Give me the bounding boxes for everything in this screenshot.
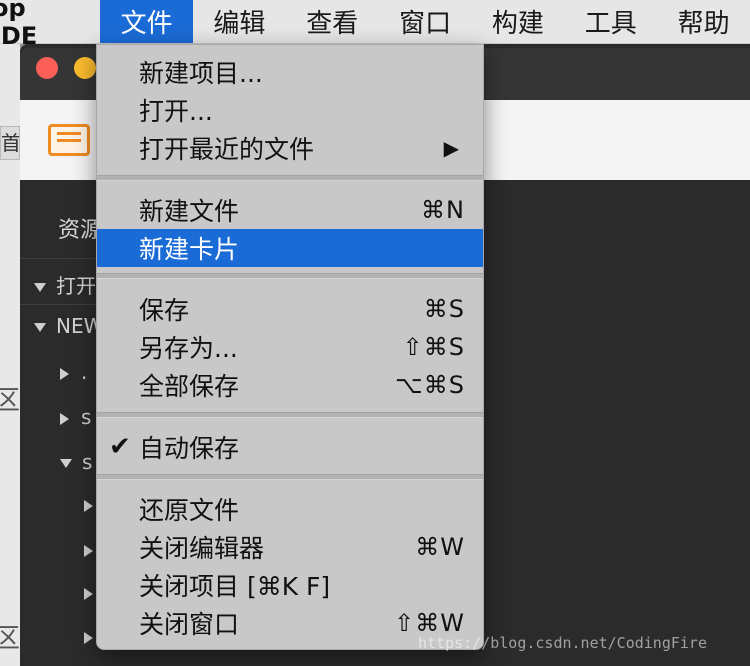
app-name-menu[interactable]: op IDE <box>0 0 100 50</box>
tree-item[interactable]: s <box>60 405 91 429</box>
menu-tools[interactable]: 工具 <box>564 0 657 43</box>
menu-item-label: 还原文件 <box>139 496 240 525</box>
menu-item-label: 打开... <box>139 97 213 126</box>
tree-item[interactable]: s <box>60 450 92 474</box>
menu-item-label: 新建项目... <box>139 59 263 88</box>
file-menu-dropdown: 新建项目... 打开... 打开最近的文件 ▶ 新建文件 ⌘N 新建卡片 保存 … <box>96 44 484 650</box>
close-window-button[interactable] <box>36 57 58 79</box>
menu-item-open-recent[interactable]: 打开最近的文件 ▶ <box>97 129 483 167</box>
menu-item-close-project[interactable]: 关闭项目 [⌘K F] <box>97 566 483 604</box>
background-tab-label: 首 <box>1 131 20 155</box>
tree-item-project[interactable]: NEW <box>34 314 103 338</box>
tree-item-label: s <box>82 450 93 474</box>
tree-item-label: s <box>81 405 92 429</box>
tree-item-label: . <box>81 360 88 384</box>
menu-item-shortcut: ⇧⌘S <box>402 333 465 361</box>
folder-icon[interactable] <box>48 124 90 156</box>
background-fragment: 区 <box>0 386 21 416</box>
menu-help[interactable]: 帮助 <box>657 0 750 43</box>
menu-item-label: 新建卡片 <box>139 235 240 264</box>
menu-item-close-editor[interactable]: 关闭编辑器 ⌘W <box>97 528 483 566</box>
background-fragment: 区 <box>0 624 21 654</box>
menu-item-shortcut: ⇧⌘W <box>394 609 465 637</box>
expand-icon <box>60 367 69 380</box>
menu-item-label: 保存 <box>139 296 190 325</box>
menu-item-save-all[interactable]: 全部保存 ⌥⌘S <box>97 366 483 404</box>
menu-file[interactable]: 文件 <box>100 0 194 43</box>
menu-item-label: 打开最近的文件 <box>139 135 315 164</box>
menu-item-shortcut: ⌘N <box>421 196 465 224</box>
divider <box>20 304 98 305</box>
menu-item-new-file[interactable]: 新建文件 ⌘N <box>97 191 483 229</box>
expand-icon <box>84 587 93 600</box>
menu-separator <box>97 175 483 181</box>
menu-item-save-as[interactable]: 另存为... ⇧⌘S <box>97 328 483 366</box>
menu-item-open[interactable]: 打开... <box>97 91 483 129</box>
menu-item-auto-save[interactable]: ✔ 自动保存 <box>97 428 483 466</box>
menu-view[interactable]: 查看 <box>286 0 379 43</box>
menu-item-label: 关闭窗口 <box>139 610 240 639</box>
collapse-icon <box>34 283 46 292</box>
menu-item-label: 关闭编辑器 <box>139 534 265 563</box>
menu-item-new-project[interactable]: 新建项目... <box>97 53 483 91</box>
menu-separator <box>97 412 483 418</box>
menu-item-save[interactable]: 保存 ⌘S <box>97 290 483 328</box>
menu-build[interactable]: 构建 <box>472 0 565 43</box>
expand-icon <box>84 631 93 644</box>
menu-item-label: 关闭项目 [⌘K F] <box>139 572 331 601</box>
menu-item-label: 另存为... <box>139 334 238 363</box>
divider <box>20 258 98 259</box>
tree-item-label: 打开 <box>56 274 96 298</box>
minimize-window-button[interactable] <box>74 57 96 79</box>
menu-item-shortcut: ⌘S <box>423 295 465 323</box>
menu-item-shortcut: ⌥⌘S <box>395 371 465 399</box>
menu-item-label: 自动保存 <box>139 434 240 463</box>
tree-item[interactable]: . <box>60 360 87 384</box>
expand-icon <box>84 499 93 512</box>
collapse-icon <box>60 459 72 468</box>
menu-bar: op IDE 文件 编辑 查看 窗口 构建 工具 帮助 <box>0 0 750 50</box>
submenu-arrow-icon: ▶ <box>443 136 459 160</box>
menu-item-revert-file[interactable]: 还原文件 <box>97 490 483 528</box>
menu-item-label: 新建文件 <box>139 197 240 226</box>
menu-item-new-card[interactable]: 新建卡片 <box>97 229 483 267</box>
expand-icon <box>84 544 93 557</box>
background-tab[interactable]: 首 <box>0 126 20 160</box>
menu-item-shortcut: ⌘W <box>415 533 465 561</box>
checkmark-icon: ✔ <box>109 432 131 462</box>
tree-item-open[interactable]: 打开 <box>34 270 96 299</box>
menu-item-label: 全部保存 <box>139 372 240 401</box>
expand-icon <box>60 412 69 425</box>
menu-window[interactable]: 窗口 <box>379 0 472 43</box>
menu-separator <box>97 474 483 480</box>
menu-edit[interactable]: 编辑 <box>193 0 286 43</box>
watermark: https://blog.csdn.net/CodingFire <box>418 634 707 652</box>
menu-separator <box>97 273 483 279</box>
collapse-icon <box>34 323 46 332</box>
